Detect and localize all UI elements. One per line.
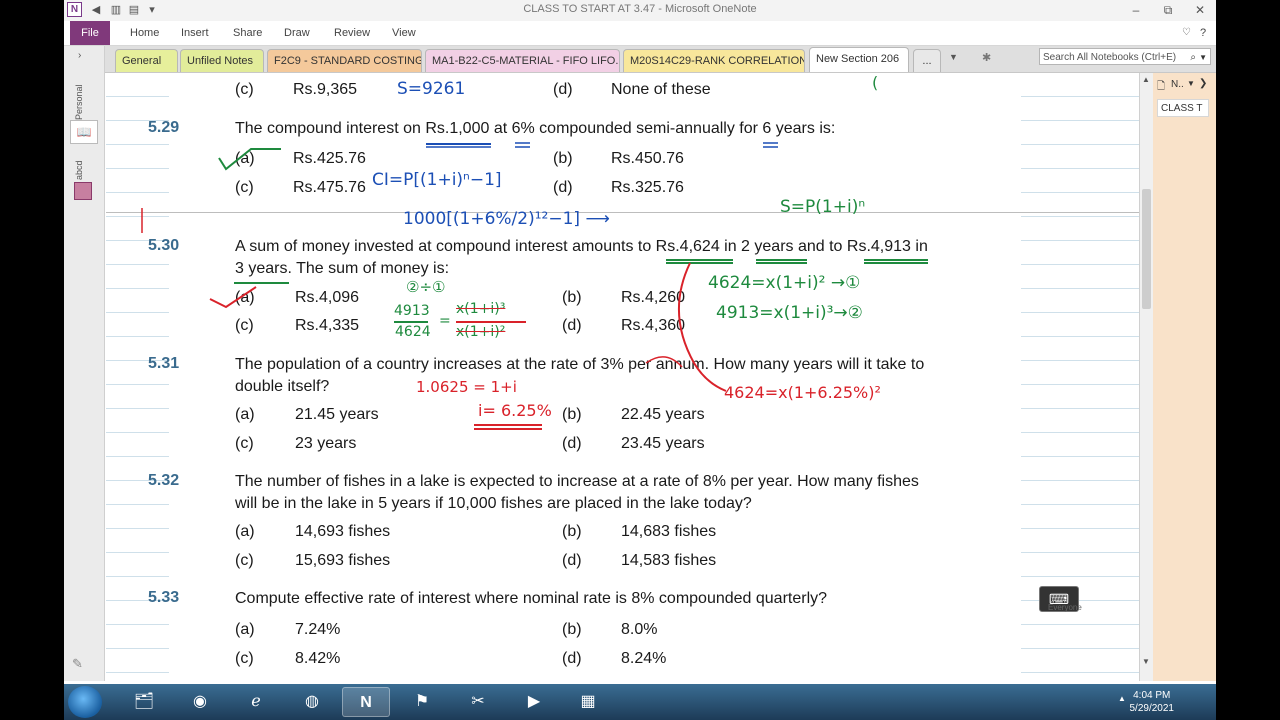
ink-s-9261: S=9261 (397, 79, 466, 99)
help-icon[interactable]: ? (1200, 21, 1206, 45)
file-explorer-icon[interactable]: 🗂 (120, 687, 168, 717)
close-button[interactable]: ✕ (1186, 1, 1214, 19)
ink-i-value: i= 6.25% (478, 401, 552, 420)
notebook-navigation: › Personal 📖 abcd ✎ (64, 46, 105, 681)
window-title: CLASS TO START AT 3.47 - Microsoft OneNo… (523, 3, 757, 15)
ink-partial-mark: ( (872, 73, 879, 92)
tab-review[interactable]: Review (334, 21, 370, 45)
page-tabs-pane: 🗋 N.. ▼ ❯ CLASS T (1153, 73, 1216, 681)
chrome-icon[interactable]: ◉ (176, 687, 224, 717)
section-tab-general[interactable]: General (115, 49, 178, 72)
ink-fraction-denominator: 4624 (395, 324, 431, 340)
page-sort-dropdown-icon[interactable]: ▼ (1187, 79, 1195, 88)
expand-nav-icon[interactable]: › (78, 50, 81, 61)
system-clock[interactable]: 4:04 PM 5/29/2021 (1130, 689, 1175, 715)
onenote-taskbar-icon[interactable]: N (342, 687, 390, 717)
zoom-icon[interactable]: ▶ (510, 687, 558, 717)
section-tab-rank-correlation[interactable]: M20S14C29-RANK CORRELATION (623, 49, 805, 72)
more-sections-button[interactable]: ... (913, 49, 941, 72)
ink-fraction-rhs-numerator: x(1+i)³ (456, 301, 506, 317)
acrobat-icon[interactable]: ⚑ (398, 687, 446, 717)
tab-draw[interactable]: Draw (284, 21, 310, 45)
scroll-thumb[interactable] (1142, 189, 1151, 309)
ink-equation-2: 4913=x(1+i)³→② (716, 303, 863, 323)
start-button[interactable] (68, 686, 102, 718)
snipping-tool-icon[interactable]: ✂ (454, 687, 502, 717)
search-scope-dropdown-icon[interactable]: ▼ (1199, 49, 1207, 66)
ink-s-formula: S=P(1+i)ⁿ (780, 197, 866, 217)
minimize-button[interactable]: – (1122, 1, 1150, 19)
windows-taskbar: 🗂 ◉ ℯ ◍ N ⚑ ✂ ▶ ▦ ▲ 4:04 PM 5/29/2021 (64, 684, 1216, 720)
collapse-page-tabs-icon[interactable]: ❯ (1199, 78, 1207, 89)
scroll-down-icon[interactable]: ▼ (1142, 657, 1150, 666)
page-list-header: 🗋 N.. ▼ ❯ (1153, 75, 1216, 95)
page-scrollbar[interactable]: ▲ ▼ (1139, 73, 1154, 681)
clock-date: 5/29/2021 (1129, 703, 1175, 714)
ink-divide-note: ②÷① (406, 278, 446, 296)
page-sort-dropdown[interactable]: N.. (1171, 79, 1184, 90)
notebook-abcd[interactable]: abcd (74, 150, 88, 180)
ink-ci-formula: CI=P[(1+i)ⁿ−1] (372, 170, 502, 190)
section-tab-standard-costing[interactable]: F2C9 - STANDARD COSTING (267, 49, 422, 72)
calculator-icon[interactable]: ▦ (564, 687, 612, 717)
file-tab[interactable]: File (70, 21, 110, 45)
tab-view[interactable]: View (392, 21, 416, 45)
left-letterbox (0, 0, 64, 720)
tab-insert[interactable]: Insert (181, 21, 209, 45)
tab-home[interactable]: Home (130, 21, 159, 45)
clock-time: 4:04 PM (1133, 690, 1171, 701)
search-icon[interactable]: ⌕ (1190, 49, 1196, 66)
new-page-icon[interactable]: 🗋 (1157, 79, 1165, 96)
search-placeholder: Search All Notebooks (Ctrl+E) (1043, 52, 1177, 63)
section-tab-new-section-206[interactable]: New Section 206 (809, 47, 909, 72)
notebook-personal[interactable]: Personal (74, 74, 88, 120)
restore-button[interactable]: ⧉ (1154, 1, 1182, 19)
tab-share[interactable]: Share (233, 21, 262, 45)
keyboard-label: Everyone (1048, 603, 1082, 612)
scroll-up-icon[interactable]: ▲ (1142, 75, 1150, 84)
notebook-abcd-icon[interactable] (74, 182, 92, 200)
right-letterbox (1216, 0, 1280, 720)
ink-strokes (141, 142, 928, 430)
ribbon: File Home Insert Share Draw Review View … (64, 21, 1216, 46)
new-section-icon[interactable]: ✱ (982, 51, 991, 64)
firefox-icon[interactable]: ◍ (288, 687, 336, 717)
page-canvas[interactable]: (c) Rs.9,365 (d) None of these 5.29 The … (106, 73, 1139, 681)
ink-one-plus-i: 1.0625 = 1+i (416, 378, 517, 396)
onenote-window: N ◀ ▥ ▤ ▾ CLASS TO START AT 3.47 - Micro… (64, 0, 1216, 720)
search-input[interactable]: Search All Notebooks (Ctrl+E) ⌕ ▼ (1039, 48, 1211, 65)
section-dropdown-icon[interactable]: ▼ (949, 52, 958, 62)
ink-fraction-rhs-denominator: x(1+i)² (456, 324, 506, 340)
ink-fraction-equals: = (439, 313, 451, 329)
ribbon-collapse-icon[interactable]: ♡ (1182, 21, 1191, 45)
title-bar: N ◀ ▥ ▤ ▾ CLASS TO START AT 3.47 - Micro… (64, 0, 1216, 22)
tray-show-hidden-icon[interactable]: ▲ (1118, 694, 1126, 703)
section-tab-material-fifo[interactable]: MA1-B22-C5-MATERIAL - FIFO LIFO... (425, 49, 620, 72)
notebook-book-icon[interactable]: 📖 (70, 120, 98, 144)
ink-substitution: 4624=x(1+6.25%)² (724, 383, 881, 402)
page-item-class[interactable]: CLASS T (1157, 99, 1209, 117)
quick-notes-icon[interactable]: ✎ (72, 656, 83, 672)
internet-explorer-icon[interactable]: ℯ (232, 687, 280, 717)
section-tabs-bar: General Unfiled Notes F2C9 - STANDARD CO… (64, 46, 1216, 73)
ink-equation-1: 4624=x(1+i)² →① (708, 273, 861, 293)
section-tab-unfiled-notes[interactable]: Unfiled Notes (180, 49, 264, 72)
ink-ci-calc: 1000[(1+6%/2)¹²−1] ⟶ (403, 209, 610, 229)
ink-fraction-numerator: 4913 (394, 303, 430, 319)
